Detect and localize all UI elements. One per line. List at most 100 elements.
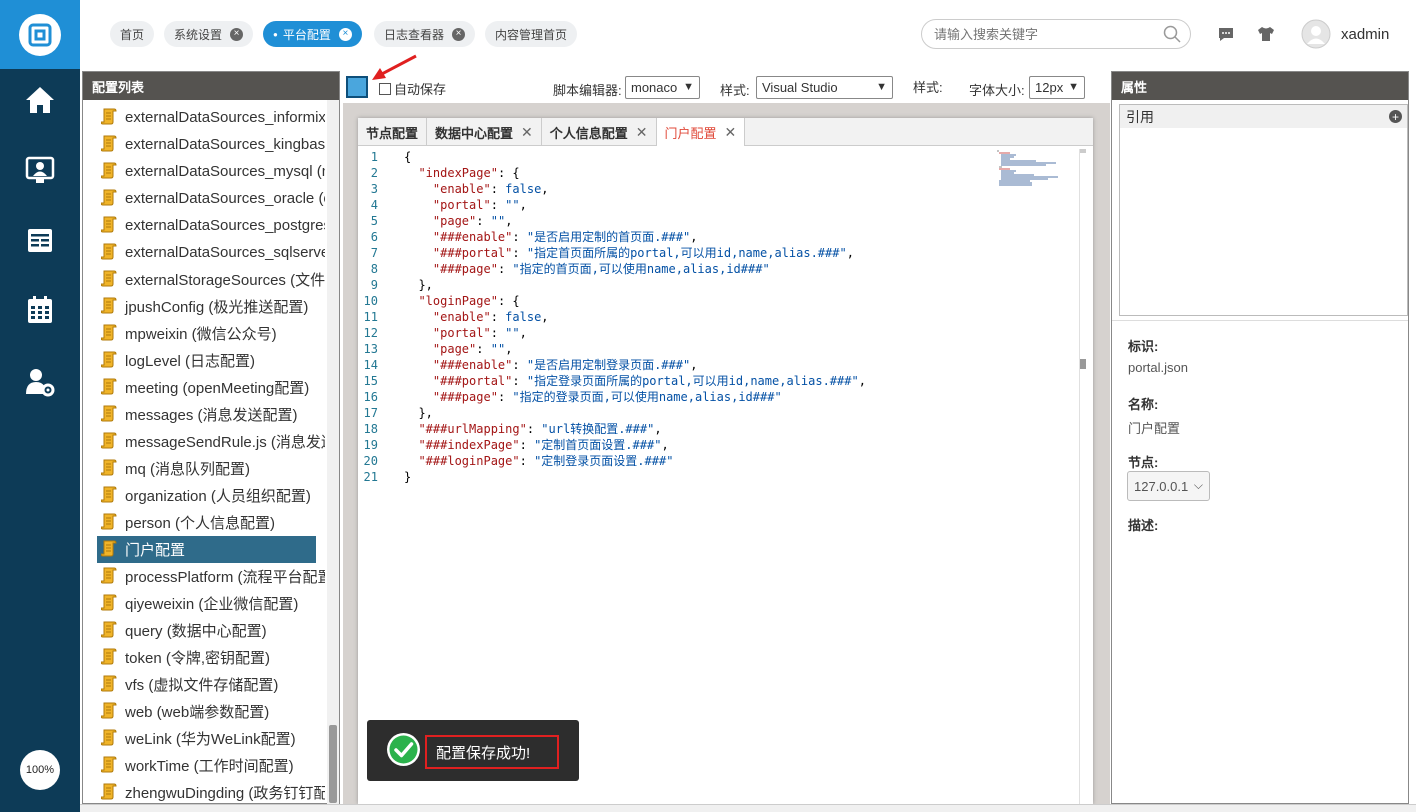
config-list-item[interactable]: mq (消息队列配置) bbox=[87, 455, 325, 482]
code-line: 12 "portal": "", bbox=[358, 325, 998, 341]
chevron-down-icon: ▼ bbox=[683, 81, 694, 93]
config-list-item-label: mq (消息队列配置) bbox=[125, 461, 250, 478]
line-number: 7 bbox=[370, 246, 378, 260]
app-logo[interactable] bbox=[0, 0, 80, 69]
code-scrollbar[interactable] bbox=[1079, 149, 1093, 804]
scroll-icon bbox=[100, 620, 117, 642]
close-icon[interactable]: ✕ bbox=[725, 124, 737, 141]
save-button[interactable] bbox=[346, 76, 368, 98]
close-icon[interactable]: × bbox=[230, 27, 244, 41]
code-line-text: }, bbox=[404, 278, 433, 292]
close-icon[interactable]: × bbox=[452, 27, 466, 41]
tab-content-home[interactable]: 内容管理首页 bbox=[485, 21, 578, 47]
close-icon[interactable]: × bbox=[338, 27, 352, 41]
tab-system-settings[interactable]: 系统设置 × bbox=[164, 21, 254, 47]
config-list-item[interactable]: externalDataSources_postgres bbox=[87, 212, 325, 239]
user-name[interactable]: xadmin bbox=[1341, 26, 1389, 43]
config-list-scrollbar[interactable] bbox=[327, 100, 339, 804]
config-list-item[interactable]: processPlatform (流程平台配置 bbox=[87, 563, 325, 590]
tab-platform-config[interactable]: ● 平台配置 × bbox=[263, 21, 362, 47]
config-list-item[interactable]: messageSendRule.js (消息发送 bbox=[87, 428, 325, 455]
reference-box: 引用 + bbox=[1119, 104, 1408, 316]
config-list-item[interactable]: person (个人信息配置) bbox=[87, 509, 325, 536]
code-line-text: "###portal": "指定首页面所属的portal,可以用id,name,… bbox=[432, 246, 854, 260]
config-list-item[interactable]: organization (人员组织配置) bbox=[87, 482, 325, 509]
close-icon[interactable]: ✕ bbox=[636, 124, 648, 141]
code-text-area[interactable]: 1{2 "indexPage": {3 "enable": false, 4 "p… bbox=[358, 149, 1078, 804]
editor-tab-datacenter-config[interactable]: 数据中心配置 ✕ bbox=[427, 118, 542, 146]
line-number: 12 bbox=[363, 326, 378, 340]
scroll-icon bbox=[100, 566, 117, 588]
editor-tab-portal-config[interactable]: 门户配置 ✕ bbox=[656, 118, 746, 146]
checkbox-box[interactable] bbox=[379, 82, 391, 95]
config-list-item[interactable]: mpweixin (微信公众号) bbox=[87, 320, 325, 347]
config-list-item[interactable]: vfs (虚拟文件存储配置) bbox=[87, 671, 325, 698]
editor-tabs: 节点配置 数据中心配置 ✕ 个人信息配置 ✕ 门户配置 ✕ bbox=[358, 118, 1093, 146]
message-icon[interactable] bbox=[1217, 25, 1235, 46]
config-list-item[interactable]: externalDataSources_sqlserver bbox=[87, 239, 325, 266]
scroll-icon bbox=[100, 701, 117, 723]
config-list-item[interactable]: logLevel (日志配置) bbox=[87, 347, 325, 374]
config-list-item-label: externalDataSources_kingbase bbox=[125, 136, 325, 153]
config-list-item[interactable]: token (令牌,密钥配置) bbox=[87, 644, 325, 671]
config-list-item[interactable]: meeting (openMeeting配置) bbox=[87, 374, 325, 401]
scrollbar-thumb[interactable] bbox=[329, 725, 337, 803]
calendar-icon[interactable] bbox=[20, 290, 60, 330]
active-dot-icon: ● bbox=[273, 29, 278, 39]
config-list-item[interactable]: externalDataSources_mysql (m bbox=[87, 158, 325, 185]
style-select[interactable]: Visual Studio ▼ bbox=[756, 76, 893, 99]
avatar[interactable] bbox=[1301, 19, 1331, 52]
config-list-item[interactable]: externalDataSources_kingbase bbox=[87, 131, 325, 158]
tab-label: 平台配置 bbox=[282, 27, 331, 42]
add-reference-icon[interactable]: + bbox=[1389, 110, 1402, 123]
home-icon[interactable] bbox=[20, 80, 60, 120]
config-list-item-label: externalStorageSources (文件存 bbox=[125, 272, 325, 289]
tab-home[interactable]: 首页 bbox=[110, 21, 155, 47]
line-number: 1 bbox=[370, 150, 378, 164]
toast-message: 配置保存成功! bbox=[425, 735, 559, 769]
contact-icon[interactable] bbox=[20, 150, 60, 190]
editor-area: 自动保存 脚本编辑器: monaco ▼ 样式: Visual Studio ▼ 样… bbox=[343, 71, 1110, 804]
scroll-icon bbox=[100, 647, 117, 669]
config-list-item[interactable]: 门户配置 bbox=[97, 536, 316, 563]
config-list-item-label: processPlatform (流程平台配置 bbox=[125, 569, 325, 586]
search-icon[interactable] bbox=[1163, 25, 1181, 46]
script-editor-select[interactable]: monaco ▼ bbox=[625, 76, 700, 99]
config-list-panel: 配置列表 externalDataSources_informix externa… bbox=[82, 71, 340, 804]
search-input[interactable] bbox=[921, 19, 1191, 49]
line-number: 16 bbox=[363, 390, 378, 404]
config-list-item[interactable]: weLink (华为WeLink配置) bbox=[87, 725, 325, 752]
close-icon[interactable]: ✕ bbox=[521, 124, 533, 141]
config-list-item[interactable]: externalStorageSources (文件存 bbox=[87, 266, 325, 293]
script-editor-label: 脚本编辑器: bbox=[553, 83, 622, 98]
zoom-level-badge[interactable]: 100% bbox=[20, 750, 60, 790]
config-list-item[interactable]: qiyeweixin (企业微信配置) bbox=[87, 590, 325, 617]
report-icon[interactable] bbox=[20, 220, 60, 260]
node-select[interactable]: 127.0.0.1 ⌵ bbox=[1127, 471, 1210, 501]
config-list-item-label: mpweixin (微信公众号) bbox=[125, 326, 277, 343]
config-list-item[interactable]: externalDataSources_oracle (o bbox=[87, 185, 325, 212]
chevron-down-icon: ▼ bbox=[1068, 81, 1079, 93]
code-line: 14 "###enable": "是否启用定制登录页面.###", bbox=[358, 357, 998, 373]
scroll-icon bbox=[100, 431, 117, 453]
font-size-select[interactable]: 12px ▼ bbox=[1029, 76, 1085, 99]
code-line-text: "page": "", bbox=[432, 342, 513, 356]
config-list-item[interactable]: jpushConfig (极光推送配置) bbox=[87, 293, 325, 320]
user-settings-icon[interactable] bbox=[20, 362, 60, 402]
editor-tab-node-config[interactable]: 节点配置 bbox=[358, 118, 428, 146]
tab-log-viewer[interactable]: 日志查看器 × bbox=[374, 21, 476, 47]
config-list-item[interactable]: workTime (工作时间配置) bbox=[87, 752, 325, 779]
scroll-icon bbox=[100, 161, 117, 183]
tab-label: 日志查看器 bbox=[384, 27, 445, 42]
config-list-item[interactable]: query (数据中心配置) bbox=[87, 617, 325, 644]
code-line: 18 "###urlMapping": "url转换配置.###", bbox=[358, 421, 998, 437]
code-line: 4 "portal": "", bbox=[358, 197, 998, 213]
scroll-icon bbox=[100, 323, 117, 345]
editor-tab-person-config[interactable]: 个人信息配置 ✕ bbox=[542, 118, 657, 146]
config-list-item[interactable]: externalDataSources_informix bbox=[87, 104, 325, 131]
code-minimap[interactable] bbox=[996, 149, 1062, 189]
config-list-item[interactable]: web (web端参数配置) bbox=[87, 698, 325, 725]
skin-icon[interactable] bbox=[1257, 25, 1275, 46]
config-list-item[interactable]: zhengwuDingding (政务钉钉配 bbox=[87, 779, 325, 804]
config-list-item[interactable]: messages (消息发送配置) bbox=[87, 401, 325, 428]
